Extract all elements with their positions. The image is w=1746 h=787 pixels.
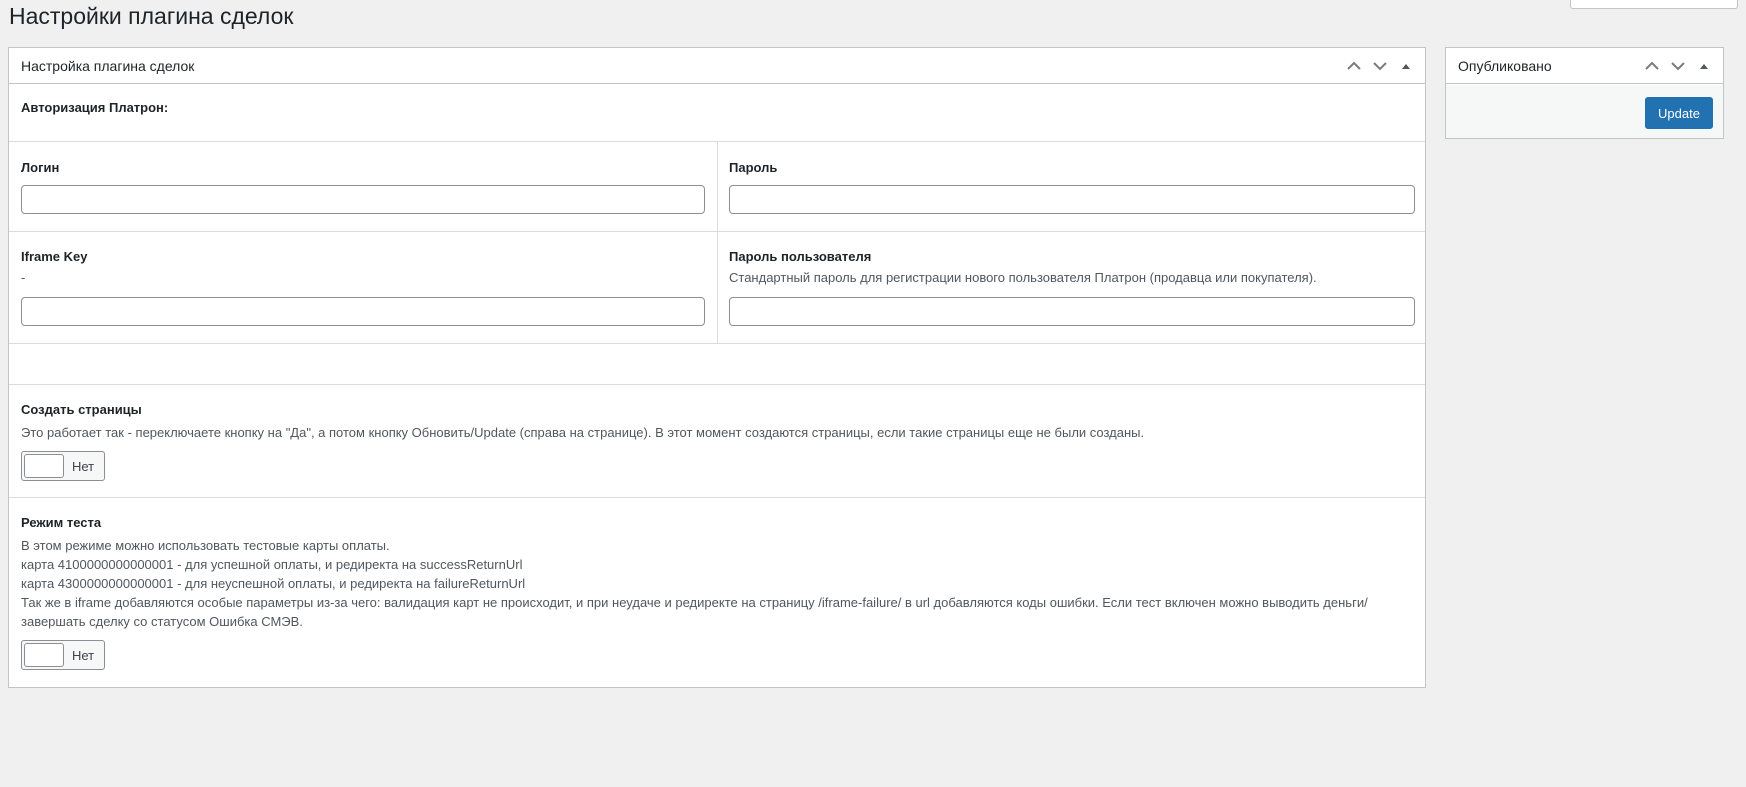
chevron-up-icon <box>1347 61 1361 70</box>
toggle-knob <box>24 454 64 478</box>
column-divider <box>717 142 718 231</box>
create-pages-toggle[interactable]: Нет <box>21 451 105 481</box>
empty-row <box>9 344 1425 385</box>
box-header: Настройка плагина сделок <box>9 48 1425 84</box>
iframe-key-description: - <box>21 270 26 285</box>
move-down-button[interactable] <box>1665 56 1691 76</box>
test-mode-label: Режим теста <box>21 515 102 530</box>
column-divider <box>717 232 718 343</box>
box-header: Опубликовано <box>1446 48 1723 84</box>
toggle-knob <box>24 643 64 667</box>
password-label: Пароль <box>729 160 778 175</box>
chevron-up-icon <box>1645 61 1659 70</box>
move-up-button[interactable] <box>1341 56 1367 76</box>
test-mode-desc-line: карта 4100000000000001 - для успешной оп… <box>21 557 523 572</box>
box-controls <box>1341 56 1419 76</box>
create-pages-label: Создать страницы <box>21 402 142 417</box>
page-title: Настройки плагина сделок <box>9 3 294 29</box>
chevron-down-icon <box>1373 62 1387 71</box>
login-password-row: Логин Пароль <box>9 142 1425 232</box>
move-up-button[interactable] <box>1639 56 1665 76</box>
update-button[interactable]: Update <box>1645 97 1713 129</box>
login-input[interactable] <box>21 185 705 214</box>
toggle-panel-button[interactable] <box>1393 56 1419 76</box>
triangle-up-icon <box>1700 64 1708 69</box>
triangle-up-icon <box>1402 64 1410 69</box>
iframe-userpass-row: Iframe Key - Пароль пользователя Стандар… <box>9 232 1425 344</box>
chevron-down-icon <box>1671 62 1685 71</box>
toggle-label: Нет <box>72 648 95 663</box>
test-mode-desc-line: Так же в iframe добавляются особые парам… <box>21 595 1368 610</box>
test-mode-toggle[interactable]: Нет <box>21 640 105 670</box>
publish-box: Опубликовано Update <box>1445 47 1724 139</box>
login-label: Логин <box>21 160 60 175</box>
user-password-input[interactable] <box>729 297 1415 326</box>
iframe-key-label: Iframe Key <box>21 249 88 264</box>
user-password-description: Стандартный пароль для регистрации новог… <box>729 270 1317 285</box>
create-pages-section: Создать страницы Это работает так - пере… <box>9 385 1425 498</box>
iframe-key-input[interactable] <box>21 297 705 326</box>
box-title: Настройка плагина сделок <box>21 58 195 74</box>
toggle-label: Нет <box>72 459 95 474</box>
auth-heading: Авторизация Платрон: <box>21 100 169 115</box>
create-pages-description: Это работает так - переключаете кнопку н… <box>21 425 1145 440</box>
screen-options-tab[interactable] <box>1570 0 1738 9</box>
box-controls <box>1639 56 1717 76</box>
publish-box-title: Опубликовано <box>1458 58 1552 74</box>
deal-plugin-settings-box: Настройка плагина сделок Авторизация Пла… <box>8 47 1426 688</box>
move-down-button[interactable] <box>1367 56 1393 76</box>
auth-section: Авторизация Платрон: <box>9 84 1425 142</box>
test-mode-description: В этом режиме можно использовать тестовы… <box>21 536 1416 631</box>
password-input[interactable] <box>729 185 1415 214</box>
user-password-label: Пароль пользователя <box>729 249 872 264</box>
toggle-panel-button[interactable] <box>1691 56 1717 76</box>
test-mode-desc-line: карта 4300000000000001 - для неуспешной … <box>21 576 526 591</box>
test-mode-desc-line: В этом режиме можно использовать тестовы… <box>21 538 390 553</box>
test-mode-section: Режим теста В этом режиме можно использо… <box>9 498 1425 686</box>
test-mode-desc-line: завершать сделку со статусом Ошибка СМЭВ… <box>21 614 303 629</box>
